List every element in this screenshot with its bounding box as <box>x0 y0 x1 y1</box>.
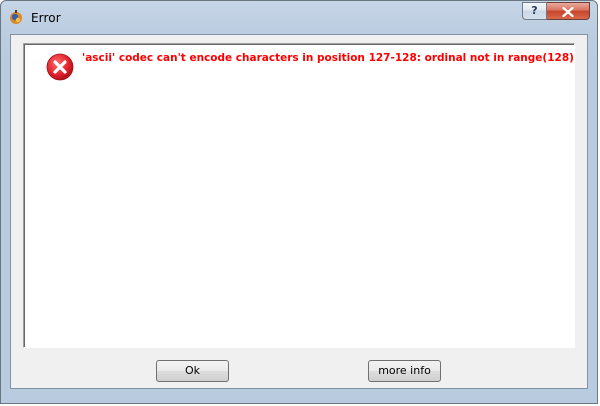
close-icon <box>562 7 574 17</box>
message-panel: 'ascii' codec can't encode characters in… <box>23 43 575 348</box>
more-info-button[interactable]: more info <box>368 360 441 382</box>
window-title: Error <box>31 11 61 25</box>
close-button[interactable] <box>547 2 590 20</box>
dialog-client-area: 'ascii' codec can't encode characters in… <box>10 34 588 389</box>
error-icon <box>46 53 74 81</box>
title-bar[interactable]: Error ? <box>1 1 597 33</box>
ok-button[interactable]: Ok <box>156 360 229 382</box>
caption-buttons: ? <box>522 2 590 22</box>
error-message: 'ascii' codec can't encode characters in… <box>82 52 574 64</box>
help-button[interactable]: ? <box>522 2 547 20</box>
error-dialog-window: Error ? 'ascii' codec can't encode chara… <box>0 0 598 404</box>
app-icon <box>10 10 22 24</box>
